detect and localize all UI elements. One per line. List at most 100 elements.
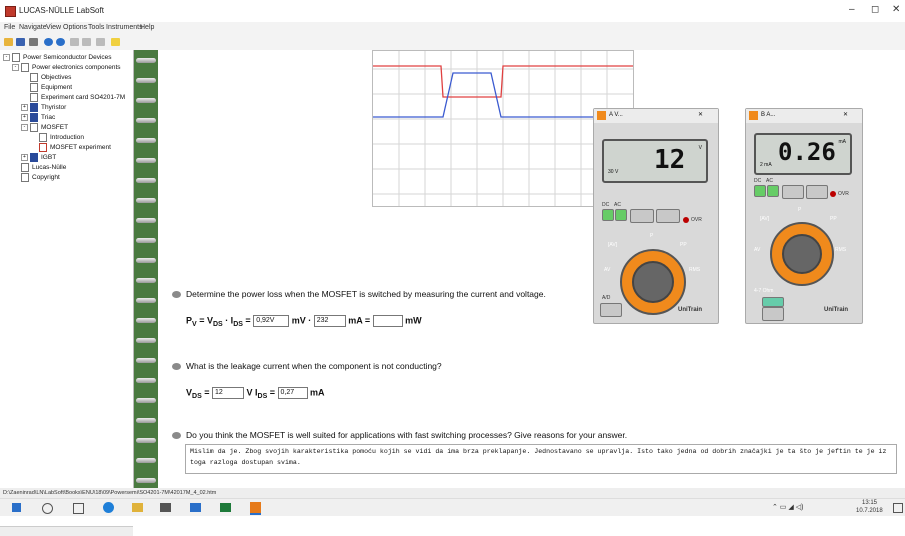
range-up-button[interactable] xyxy=(656,209,680,223)
page-icon xyxy=(39,143,47,152)
tree-item-objectives[interactable]: Objectives xyxy=(30,73,71,82)
tree-item-power-semiconductor[interactable]: - Power Semiconductor Devices xyxy=(3,53,112,62)
next-icon[interactable] xyxy=(82,38,91,46)
excel-icon[interactable] xyxy=(220,503,231,512)
start-icon[interactable] xyxy=(12,503,21,512)
system-tray-icons[interactable]: ⌃ ▭ ◢ ◁) xyxy=(772,503,803,511)
save-icon[interactable] xyxy=(16,38,25,46)
tree-item-equipment[interactable]: Equipment xyxy=(30,83,72,92)
binder-ring xyxy=(136,238,156,243)
notifications-icon[interactable] xyxy=(893,503,903,513)
tree-horizontal-scrollbar[interactable] xyxy=(0,526,133,536)
meter-close-icon[interactable]: ✕ xyxy=(698,111,703,118)
menu-navigate[interactable]: Navigate xyxy=(19,24,47,31)
menu-help[interactable]: Help xyxy=(140,24,154,31)
mail-icon[interactable] xyxy=(190,503,201,512)
menu-file[interactable]: File xyxy=(4,24,15,31)
tree-item-lucas-nulle[interactable]: Lucas-Nülle xyxy=(21,163,66,172)
ad-button[interactable] xyxy=(600,303,622,317)
binder-ring xyxy=(136,438,156,443)
mode-selector-knob[interactable] xyxy=(782,234,822,274)
range-down-button[interactable] xyxy=(630,209,654,223)
meter-close-icon[interactable]: ✕ xyxy=(843,111,848,118)
ids-input[interactable]: 232 xyxy=(313,315,346,327)
tree-item-igbt[interactable]: + IGBT xyxy=(21,153,56,162)
close-button[interactable]: ✕ xyxy=(892,4,900,15)
windows-taskbar: ⌃ ▭ ◢ ◁) 13:15 10.7.2018 xyxy=(0,498,905,516)
task-view-icon[interactable] xyxy=(73,503,84,514)
range-up-button[interactable] xyxy=(806,185,828,199)
vds-input[interactable]: 0,92V xyxy=(253,315,290,327)
vds-leak-input[interactable]: 12 xyxy=(212,387,245,399)
unitrain-logo: UniTrain xyxy=(678,307,703,313)
power-loss-formula: PV = VDS · IDS = 0,92V mV · 232 mA = mW xyxy=(186,315,422,329)
home-icon[interactable] xyxy=(96,38,105,46)
tree-item-power-electronics[interactable]: - Power electronics components xyxy=(12,63,121,72)
overrange-led xyxy=(830,191,836,197)
tree-item-mosfet-experiment[interactable]: MOSFET experiment xyxy=(39,143,111,152)
binder-ring xyxy=(136,158,156,163)
open-icon[interactable] xyxy=(4,38,13,46)
ln-logo-icon xyxy=(597,111,606,120)
menu-view[interactable]: View xyxy=(46,24,61,31)
binder-ring xyxy=(136,298,156,303)
book-icon xyxy=(12,53,20,62)
binder-ring xyxy=(136,478,156,483)
menu-tools[interactable]: Tools xyxy=(88,24,104,31)
shunt-button[interactable] xyxy=(762,307,784,321)
binder-ring xyxy=(136,358,156,363)
ammeter-window[interactable]: B A... ✕ 0.26 mA 2 mA DC AC OVR AV RMS [… xyxy=(745,108,863,324)
range-down-button[interactable] xyxy=(782,185,804,199)
minimize-button[interactable]: – xyxy=(849,4,855,15)
navigation-tree: - Power Semiconductor Devices - Power elec… xyxy=(0,50,134,536)
mode-selector-knob[interactable] xyxy=(632,261,674,303)
store-icon[interactable] xyxy=(160,503,171,512)
speech-bubble-icon xyxy=(172,291,181,299)
shunt-toggle[interactable] xyxy=(762,297,784,307)
binder-ring xyxy=(136,118,156,123)
component-icon xyxy=(30,153,38,162)
app-logo-icon xyxy=(5,6,16,17)
tree-item-introduction[interactable]: Introduction xyxy=(39,133,84,142)
back-icon[interactable] xyxy=(44,38,53,46)
voltmeter-window[interactable]: A V... ✕ 12 V 30 V DC AC OVR AV RMS [AV]… xyxy=(593,108,719,324)
search-icon[interactable] xyxy=(42,503,53,514)
overrange-led xyxy=(683,217,689,223)
speech-bubble-icon xyxy=(172,363,181,371)
ids-leak-input[interactable]: 0,27 xyxy=(277,387,308,399)
tree-item-mosfet[interactable]: - MOSFET xyxy=(21,123,68,132)
page-icon xyxy=(30,73,38,82)
binder-ring xyxy=(136,178,156,183)
tree-item-copyright[interactable]: Copyright xyxy=(21,173,60,182)
clock-date[interactable]: 10.7.2018 xyxy=(856,508,883,514)
page-icon xyxy=(30,93,38,102)
tree-item-experiment-card[interactable]: Experiment card SO4201-7M xyxy=(30,93,125,102)
binder-ring xyxy=(136,98,156,103)
ac-button[interactable] xyxy=(615,209,627,221)
dc-button[interactable] xyxy=(602,209,614,221)
tree-item-triac[interactable]: + Triac xyxy=(21,113,55,122)
labsoft-task-icon[interactable] xyxy=(250,502,261,515)
binder-ring xyxy=(136,58,156,63)
answer-textarea[interactable]: Mislim da je. Zbog svojih karakteristika… xyxy=(185,444,897,474)
dc-button[interactable] xyxy=(754,185,766,197)
restore-button[interactable]: ◻ xyxy=(871,4,879,15)
print-icon[interactable] xyxy=(29,38,38,46)
menu-instruments[interactable]: Instruments xyxy=(106,24,143,31)
forward-icon[interactable] xyxy=(56,38,65,46)
tree-item-thyristor[interactable]: + Thyristor xyxy=(21,103,66,112)
clock-time[interactable]: 13:15 xyxy=(862,500,877,506)
unitrain-logo: UniTrain xyxy=(824,307,849,313)
book-icon xyxy=(30,123,38,132)
binder-ring xyxy=(136,418,156,423)
menu-options[interactable]: Options xyxy=(63,24,87,31)
highlight-icon[interactable] xyxy=(111,38,120,46)
question-fast-switching: Do you think the MOSFET is well suited f… xyxy=(172,430,627,440)
prev-icon[interactable] xyxy=(70,38,79,46)
page-icon xyxy=(30,83,38,92)
explorer-icon[interactable] xyxy=(132,503,143,512)
edge-icon[interactable] xyxy=(103,502,114,513)
power-input[interactable] xyxy=(372,315,403,327)
speech-bubble-icon xyxy=(172,432,181,440)
ac-button[interactable] xyxy=(767,185,779,197)
